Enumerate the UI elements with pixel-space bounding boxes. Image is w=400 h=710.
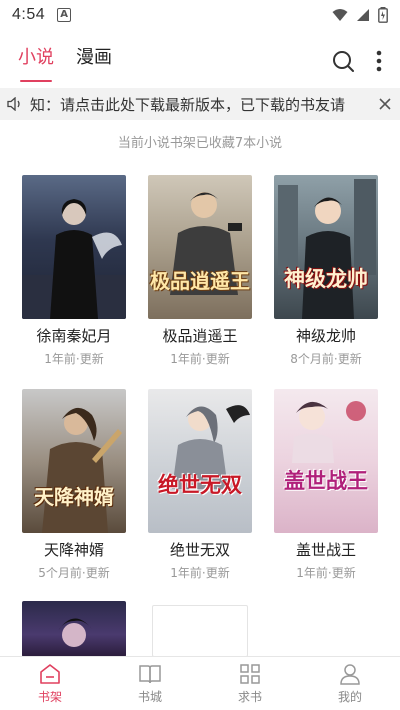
cover-title-text: 天降神婿 xyxy=(34,485,114,509)
top-actions xyxy=(332,50,382,72)
user-icon xyxy=(340,663,360,685)
search-icon[interactable] xyxy=(332,50,354,72)
battery-icon xyxy=(378,7,388,23)
nav-label: 求书 xyxy=(237,689,262,704)
book-updated: 5个月前·更新 xyxy=(38,566,110,580)
cover-art xyxy=(292,401,366,463)
cover-title-text: 极品逍遥王 xyxy=(150,269,250,293)
wifi-icon xyxy=(332,9,348,21)
book-cover[interactable]: 神级龙帅 xyxy=(274,175,378,319)
book-item[interactable]: 绝世无双 绝世无双 1年前·更新 xyxy=(148,389,252,581)
book-cover[interactable]: 绝世无双 xyxy=(148,389,252,533)
book-updated: 1年前·更新 xyxy=(44,352,104,366)
book-cover[interactable]: 盖世战王 xyxy=(274,389,378,533)
add-book-slot[interactable] xyxy=(152,605,248,657)
close-icon[interactable] xyxy=(370,98,400,110)
book-cover[interactable]: 极品逍遥王 xyxy=(148,175,252,319)
tab-comic[interactable]: 漫画 xyxy=(76,36,112,86)
cover-art xyxy=(278,179,376,319)
notice-text: 知：请点击此处下载最新版本，已下载的书友请 xyxy=(30,95,346,114)
signal-icon xyxy=(357,9,369,21)
book-item[interactable]: 极品逍遥王 极品逍遥王 1年前·更新 xyxy=(148,175,252,367)
cover-art xyxy=(42,407,122,533)
add-book-placeholder[interactable] xyxy=(152,605,256,657)
nav-label: 书架 xyxy=(37,689,62,704)
book-title: 徐南秦妃月 xyxy=(36,327,112,345)
cover-title-text: 神级龙帅 xyxy=(284,266,368,291)
book-title: 极品逍遥王 xyxy=(162,327,238,345)
book-item[interactable]: 徐南秦妃月 1年前·更新 xyxy=(22,175,126,367)
nav-request-book[interactable]: 求书 xyxy=(200,657,300,710)
book-item[interactable]: 盖世战王 盖世战王 1年前·更新 xyxy=(274,389,378,581)
cover-art xyxy=(22,199,126,319)
book-updated: 8个月前·更新 xyxy=(290,352,362,366)
speaker-icon xyxy=(0,97,30,111)
nav-label: 我的 xyxy=(337,689,362,704)
book-cover[interactable] xyxy=(22,175,126,319)
book-updated: 1年前·更新 xyxy=(170,566,230,580)
more-vert-icon[interactable] xyxy=(376,50,382,72)
cover-art xyxy=(170,192,242,295)
book-updated: 1年前·更新 xyxy=(170,352,230,366)
book-title: 绝世无双 xyxy=(169,541,230,559)
tab-novel[interactable]: 小说 xyxy=(18,36,54,86)
book-open-icon xyxy=(139,664,161,683)
notification-a-icon: A xyxy=(57,8,72,22)
status-time: 4:54 xyxy=(12,6,46,23)
nav-bookstore[interactable]: 书城 xyxy=(100,657,200,710)
nav-label: 书城 xyxy=(137,689,162,704)
bookshelf-icon xyxy=(40,663,60,684)
book-cover[interactable] xyxy=(22,601,126,657)
shelf-summary: 当前小说书架已收藏7本小说 xyxy=(117,136,283,151)
cover-art xyxy=(172,405,250,489)
book-cover[interactable]: 天降神婿 xyxy=(22,389,126,533)
book-title: 盖世战王 xyxy=(295,541,356,559)
status-icons xyxy=(332,7,388,23)
book-item[interactable]: 神级龙帅 神级龙帅 8个月前·更新 xyxy=(274,175,378,367)
top-bar: 小说 漫画 xyxy=(0,36,400,86)
bottom-nav: 书架 书城 求书 我的 xyxy=(0,656,400,710)
book-item[interactable]: 天降神婿 天降神婿 5个月前·更新 xyxy=(22,389,126,581)
status-bar: 4:54 A xyxy=(0,0,400,30)
nav-bookshelf[interactable]: 书架 xyxy=(0,657,100,710)
notice-banner[interactable]: 知：请点击此处下载最新版本，已下载的书友请 xyxy=(0,88,400,120)
book-updated: 1年前·更新 xyxy=(296,566,356,580)
cover-title-text: 盖世战王 xyxy=(284,468,368,493)
book-title: 天降神婿 xyxy=(43,541,104,559)
cover-art xyxy=(58,618,92,647)
cover-title-text: 绝世无双 xyxy=(158,472,242,497)
book-item[interactable] xyxy=(22,601,126,657)
book-title: 神级龙帅 xyxy=(295,327,356,345)
nav-profile[interactable]: 我的 xyxy=(300,657,400,710)
grid-icon xyxy=(240,663,260,684)
